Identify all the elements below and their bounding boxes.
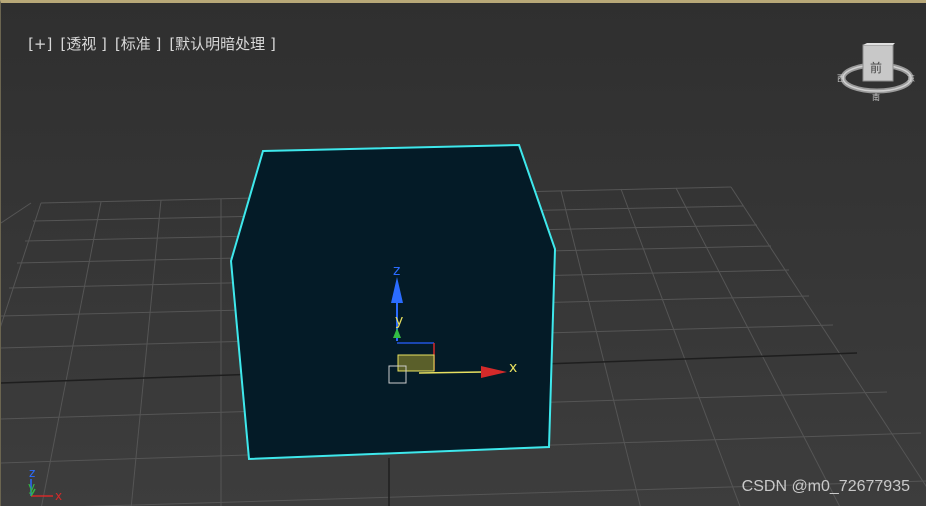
watermark-text: CSDN @m0_72677935	[741, 478, 910, 495]
viewport-shading-menu[interactable]: [标准 ]	[115, 35, 161, 53]
viewport-menu-plus[interactable]: [+]	[28, 35, 52, 53]
viewport-lighting-menu[interactable]: [默认明暗处理 ]	[169, 35, 275, 53]
gizmo-x-label: x	[509, 360, 517, 376]
perspective-viewport[interactable]: [+] [透视 ] [标准 ] [默认明暗处理 ] z y x 前 南 西 东 …	[0, 0, 926, 506]
gizmo-x-axis[interactable]	[418, 371, 484, 374]
viewport-point-of-view-menu[interactable]: [透视 ]	[60, 35, 106, 53]
gizmo-z-label: z	[393, 263, 400, 279]
world-x-label: x	[55, 489, 62, 503]
gizmo-xy-plane[interactable]	[397, 354, 435, 372]
view-cube-face-label: 前	[870, 60, 882, 75]
gizmo-y-label: y	[395, 313, 403, 329]
view-cube-south-label: 南	[872, 92, 880, 102]
view-cube[interactable]: 前 南 西 东	[837, 43, 915, 102]
view-cube-east-label: 东	[907, 73, 915, 83]
world-axis-tripod: x y z	[28, 466, 62, 503]
world-z-label: z	[29, 466, 35, 480]
view-cube-west-label: 西	[837, 74, 845, 83]
world-y-label: y	[28, 480, 35, 494]
scene-canvas[interactable]: z y x 前 南 西 东 x y z	[1, 3, 926, 506]
viewport-label-bar: [+] [透视 ] [标准 ] [默认明暗处理 ]	[9, 15, 284, 72]
